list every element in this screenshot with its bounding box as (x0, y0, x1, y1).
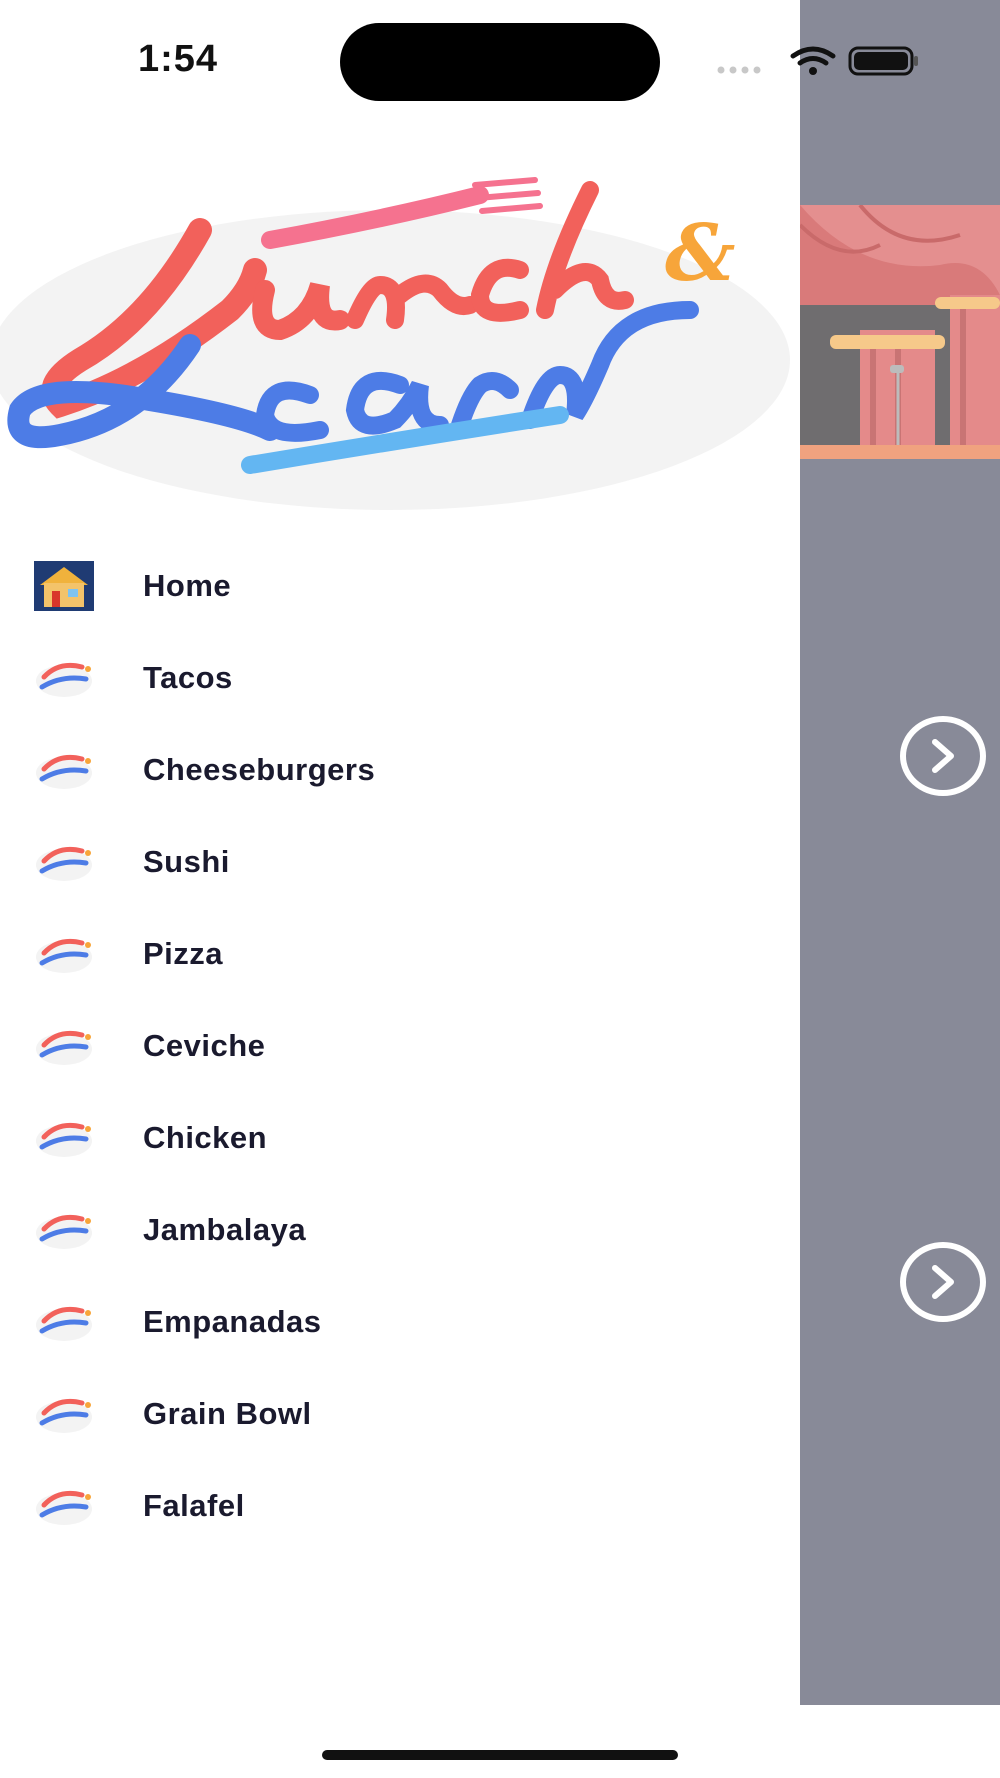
menu-item-label: Sushi (143, 844, 230, 879)
navigation-drawer: 1:54 & Home Tacos Cheeseburgers Sushi Pi… (0, 0, 918, 1778)
lunch-and-learn-logo-icon (36, 1030, 92, 1065)
home-icon (34, 561, 94, 611)
menu-item-label: Pizza (143, 936, 224, 971)
lunch-and-learn-logo-icon (36, 662, 92, 697)
menu-item-label: Empanadas (143, 1304, 322, 1339)
svg-text:&: & (665, 208, 735, 299)
menu-item-chicken[interactable]: Chicken (0, 1092, 800, 1184)
menu-item-sushi[interactable]: Sushi (0, 816, 800, 908)
menu-item-label: Jambalaya (143, 1212, 307, 1247)
menu-item-empanadas[interactable]: Empanadas (0, 1276, 800, 1368)
status-time: 1:54 (138, 38, 219, 80)
menu-item-label: Tacos (143, 660, 233, 695)
stage-banner-image (800, 205, 1000, 505)
menu-item-tacos[interactable]: Tacos (0, 632, 800, 724)
status-icons (717, 46, 918, 76)
cellular-icon (717, 66, 761, 74)
menu-item-falafel[interactable]: Falafel (0, 1460, 800, 1552)
lunch-and-learn-logo-icon (36, 1122, 92, 1157)
menu-item-ceviche[interactable]: Ceviche (0, 1000, 800, 1092)
food-menu-list: Home Tacos Cheeseburgers Sushi Pizza Cev… (0, 540, 800, 1552)
lunch-and-learn-logo-icon (36, 938, 92, 973)
next-button[interactable] (900, 1242, 986, 1322)
menu-item-jambalaya[interactable]: Jambalaya (0, 1184, 800, 1276)
lunch-and-learn-logo-icon (36, 1490, 92, 1525)
lunch-and-learn-logo-icon (36, 754, 92, 789)
dimmed-content-overlay[interactable] (800, 0, 1000, 1705)
lunch-and-learn-logo-icon (36, 1398, 92, 1433)
menu-item-label: Ceviche (143, 1028, 266, 1063)
menu-item-pizza[interactable]: Pizza (0, 908, 800, 1000)
dynamic-island (340, 23, 660, 101)
menu-item-label: Home (143, 568, 232, 603)
home-indicator[interactable] (322, 1750, 678, 1760)
menu-item-home[interactable]: Home (0, 540, 800, 632)
lunch-and-learn-logo-icon (36, 1306, 92, 1341)
wifi-icon (790, 46, 836, 75)
chevron-right-icon (932, 1265, 954, 1299)
chevron-right-icon (932, 739, 954, 773)
menu-item-label: Falafel (143, 1488, 245, 1523)
menu-item-label: Cheeseburgers (143, 752, 376, 787)
battery-icon (848, 46, 918, 76)
next-button[interactable] (900, 716, 986, 796)
menu-item-grain-bowl[interactable]: Grain Bowl (0, 1368, 800, 1460)
lunch-and-learn-logo-icon (36, 1214, 92, 1249)
menu-item-label: Chicken (143, 1120, 268, 1155)
menu-item-label: Grain Bowl (143, 1396, 312, 1431)
menu-item-cheeseburgers[interactable]: Cheeseburgers (0, 724, 800, 816)
lunch-and-learn-logo-icon (36, 846, 92, 881)
lunch-and-learn-logo: & (0, 177, 790, 510)
